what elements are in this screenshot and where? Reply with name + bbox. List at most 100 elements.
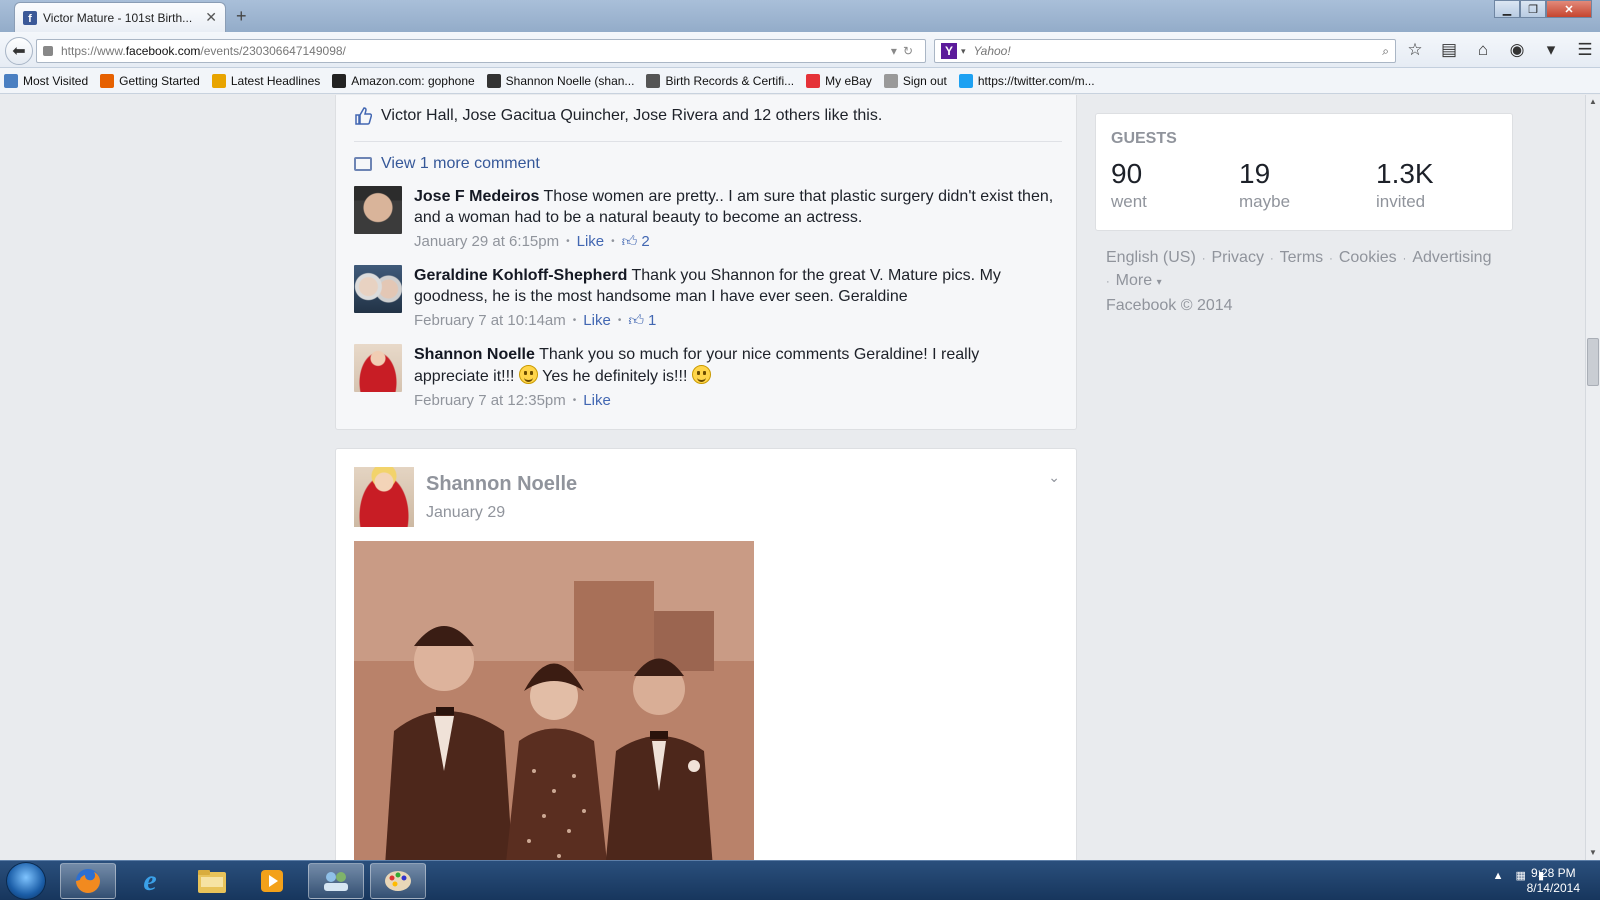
footer-link-advertising[interactable]: Advertising xyxy=(1412,249,1491,266)
copyright-text: Facebook © 2014 xyxy=(1106,297,1233,314)
caret-down-icon[interactable]: ▾ xyxy=(1157,277,1162,288)
guests-went-stat[interactable]: 90 went xyxy=(1111,158,1147,212)
footer-link-terms[interactable]: Terms xyxy=(1280,249,1324,266)
taskbar-paint-button[interactable] xyxy=(370,863,426,899)
network-people-icon xyxy=(324,872,348,891)
guests-invited-stat[interactable]: 1.3K invited xyxy=(1376,158,1434,212)
comment-timestamp[interactable]: February 7 at 12:35pm xyxy=(414,390,566,411)
comment-author-link[interactable]: Jose F Medeiros xyxy=(414,188,539,205)
taskbar-ie-button[interactable]: e xyxy=(122,863,178,899)
like-link[interactable]: Like xyxy=(583,390,611,411)
maximize-button[interactable]: ❐ xyxy=(1520,0,1546,18)
tab-close-icon[interactable]: ✕ xyxy=(205,9,217,26)
like-count[interactable]: 1 xyxy=(648,310,656,331)
divider xyxy=(354,141,1062,142)
avatar[interactable] xyxy=(354,186,402,234)
folder-icon xyxy=(198,870,226,893)
taskbar-firefox-button[interactable] xyxy=(60,863,116,899)
comment-meta: February 7 at 12:35pm • Like xyxy=(414,390,1054,411)
bookmark-label: Latest Headlines xyxy=(230,73,321,88)
avatar[interactable] xyxy=(354,344,402,392)
footer-more-link[interactable]: More xyxy=(1116,272,1152,289)
bookmark-item[interactable]: Most Visited xyxy=(4,73,88,88)
new-tab-button[interactable]: + xyxy=(236,6,247,27)
taskbar-clock[interactable]: 9:28 PM 8/14/2014 xyxy=(1527,866,1580,896)
url-prefix: https://www. xyxy=(61,44,126,58)
yahoo-icon: Y xyxy=(941,43,957,59)
avatar[interactable] xyxy=(354,467,414,527)
post-photo[interactable] xyxy=(354,541,754,860)
reading-list-icon[interactable]: ▤ xyxy=(1439,40,1459,60)
scrollbar-thumb[interactable] xyxy=(1587,338,1599,386)
media-player-icon xyxy=(261,870,283,892)
avatar[interactable] xyxy=(354,265,402,313)
bookmark-item[interactable]: Getting Started xyxy=(100,73,200,88)
taskbar-explorer-button[interactable] xyxy=(184,863,240,899)
comment-body: Jose F Medeiros Those women are pretty..… xyxy=(414,186,1054,252)
like-link[interactable]: Like xyxy=(583,310,611,331)
search-engine-dropdown-icon[interactable]: ▾ xyxy=(961,46,966,57)
bookmark-item[interactable]: Sign out xyxy=(883,73,947,88)
tab-title: Victor Mature - 101st Birth... xyxy=(43,10,193,25)
bookmark-item[interactable]: Birth Records & Certifi... xyxy=(646,73,794,88)
url-dropdown-reload-icons[interactable]: ▾↻ xyxy=(891,44,919,58)
like-count[interactable]: 2 xyxy=(641,231,649,252)
bookmark-item[interactable]: https://twitter.com/m... xyxy=(958,73,1095,88)
close-window-button[interactable]: ✕ xyxy=(1546,0,1592,18)
guests-card: GUESTS 90 went 19 maybe 1.3K invited xyxy=(1095,113,1513,231)
separator-dot: • xyxy=(572,395,577,406)
network-icon[interactable]: ▦ xyxy=(1516,869,1526,882)
guests-went-label: went xyxy=(1111,192,1147,211)
back-button[interactable]: ⬅ xyxy=(5,37,33,65)
people-icon xyxy=(486,73,501,88)
bookmark-item[interactable]: My eBay xyxy=(806,73,872,88)
windows-taskbar: e ▲ ▦ ▮ 9:28 PM 8/14/2014 xyxy=(0,860,1600,900)
lock-icon xyxy=(43,46,53,56)
comment-timestamp[interactable]: January 29 at 6:15pm xyxy=(414,231,559,252)
bookmark-star-icon[interactable]: ☆ xyxy=(1405,40,1425,60)
menu-icon[interactable]: ☰ xyxy=(1575,40,1595,60)
home-icon[interactable]: ⌂ xyxy=(1473,40,1493,60)
taskbar-network-button[interactable] xyxy=(308,863,364,899)
taskbar-media-player-button[interactable] xyxy=(244,863,300,899)
ebay-icon xyxy=(806,73,821,88)
browser-tab-active[interactable]: f Victor Mature - 101st Birth... ✕ xyxy=(14,2,226,32)
footer-link-privacy[interactable]: Privacy xyxy=(1211,249,1263,266)
addon-icon[interactable]: ◉ xyxy=(1507,40,1527,60)
comment-body: Geraldine Kohloff-Shepherd Thank you Sha… xyxy=(414,265,1054,331)
minimize-button[interactable]: ▁ xyxy=(1494,0,1520,18)
bookmark-label: https://twitter.com/m... xyxy=(977,73,1095,88)
comment-item: Jose F Medeiros Those women are pretty..… xyxy=(354,186,1054,252)
chevron-down-icon[interactable]: ▾ xyxy=(1541,40,1561,60)
window-controls: ▁ ❐ ✕ xyxy=(1494,0,1592,18)
search-bar[interactable]: Y ▾ Yahoo! ⌕ xyxy=(934,39,1396,63)
post-author-link[interactable]: Shannon Noelle xyxy=(426,473,577,496)
comment-item: Geraldine Kohloff-Shepherd Thank you Sha… xyxy=(354,265,1054,331)
footer-link-language[interactable]: English (US) xyxy=(1106,249,1196,266)
comment-author-link[interactable]: Geraldine Kohloff-Shepherd xyxy=(414,267,627,284)
like-link[interactable]: Like xyxy=(577,231,605,252)
post-date[interactable]: January 29 xyxy=(426,504,505,522)
amazon-icon xyxy=(332,73,347,88)
post-card: Shannon Noelle January 29 ⌄ xyxy=(335,448,1077,860)
view-more-comments-link[interactable]: View 1 more comment xyxy=(354,155,540,173)
search-icon[interactable]: ⌕ xyxy=(1382,44,1389,59)
scroll-down-arrow-icon[interactable]: ▼ xyxy=(1586,846,1600,860)
guests-invited-label: invited xyxy=(1376,192,1426,211)
smiley-emoji-icon xyxy=(518,365,538,384)
bookmark-item[interactable]: Latest Headlines xyxy=(211,73,321,88)
comment-author-link[interactable]: Shannon Noelle xyxy=(414,346,535,363)
likes-summary[interactable]: Victor Hall, Jose Gacitua Quincher, Jose… xyxy=(354,107,882,125)
show-hidden-icons-icon[interactable]: ▲ xyxy=(1493,870,1504,882)
bookmark-item[interactable]: Shannon Noelle (shan... xyxy=(486,73,634,88)
chevron-down-icon[interactable]: ⌄ xyxy=(1048,469,1060,486)
comment-timestamp[interactable]: February 7 at 10:14am xyxy=(414,310,566,331)
bookmark-item[interactable]: Amazon.com: gophone xyxy=(332,73,475,88)
guests-maybe-stat[interactable]: 19 maybe xyxy=(1239,158,1290,212)
twitter-icon xyxy=(958,73,973,88)
scroll-up-arrow-icon[interactable]: ▲ xyxy=(1586,95,1600,109)
page-scrollbar[interactable]: ▲ ▼ xyxy=(1585,95,1600,860)
start-button[interactable] xyxy=(6,862,46,900)
url-bar[interactable]: https://www. facebook.com/events/23030664… xyxy=(36,39,926,63)
footer-link-cookies[interactable]: Cookies xyxy=(1339,249,1397,266)
